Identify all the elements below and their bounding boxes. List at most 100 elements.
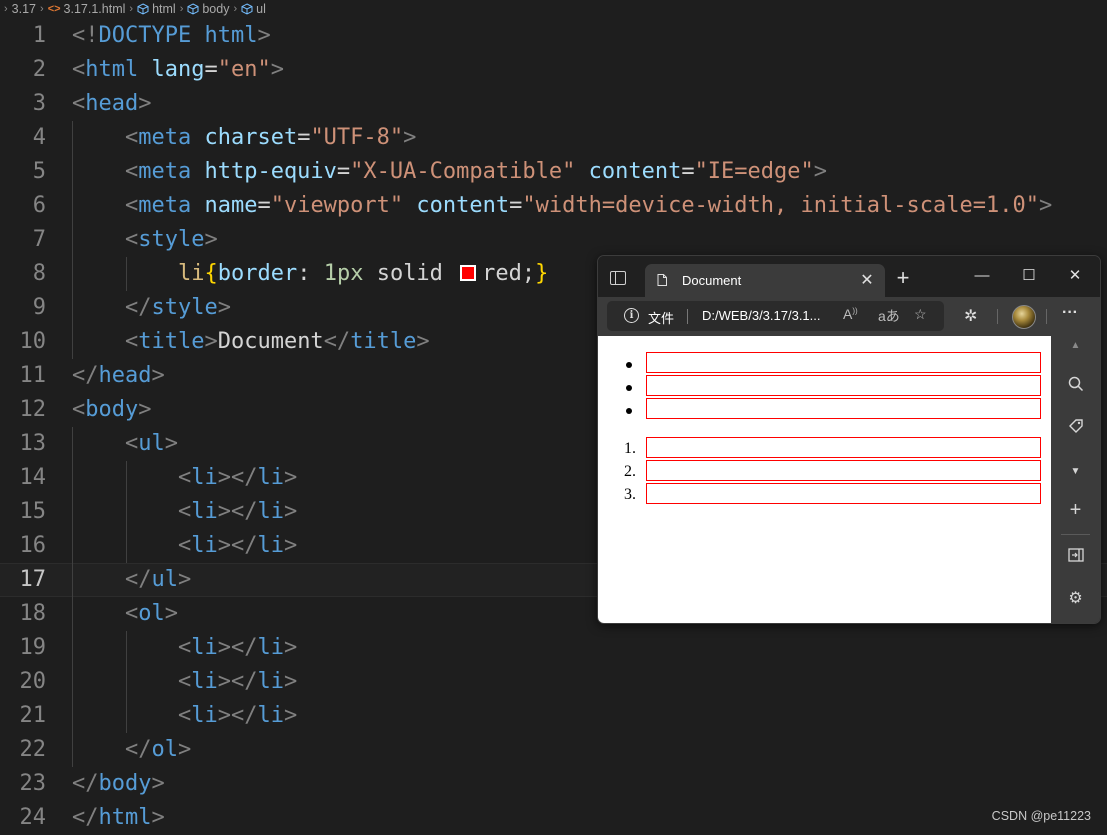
line-number: 11 bbox=[19, 363, 47, 388]
collapse-icon[interactable]: ▲ bbox=[1051, 340, 1100, 351]
page-viewport: 1. 2. 3. bbox=[598, 336, 1051, 623]
tab-title: Document bbox=[682, 273, 742, 288]
code-text[interactable]: </style> bbox=[72, 291, 231, 325]
code-text[interactable]: li{border: 1px solid red;} bbox=[72, 257, 548, 291]
breadcrumb-item-body[interactable]: body bbox=[202, 2, 229, 16]
element-cube-icon bbox=[187, 2, 199, 15]
address-bar[interactable]: i 文件 D:/WEB/3/3.17/3.1... A)) aあ ☆ bbox=[607, 301, 944, 331]
browser-window: Document ✕ + — ☐ ✕ i 文件 D:/WEB/3/3.17/3.… bbox=[597, 255, 1101, 624]
color-swatch[interactable] bbox=[460, 265, 477, 281]
favorites-icon[interactable]: ☆ bbox=[914, 306, 927, 323]
new-tab-button[interactable]: + bbox=[892, 265, 914, 291]
code-line[interactable]: 24 </html> bbox=[0, 801, 1107, 835]
code-text[interactable]: <li></li> bbox=[72, 699, 297, 733]
code-text[interactable]: </html> bbox=[72, 801, 165, 835]
list-item bbox=[646, 352, 1041, 373]
code-line[interactable]: 1 <!DOCTYPE html> bbox=[0, 19, 1107, 53]
line-number: 22 bbox=[19, 737, 47, 762]
tab-close-button[interactable]: ✕ bbox=[857, 270, 877, 290]
extensions-icon[interactable]: ✲ bbox=[964, 306, 977, 326]
code-line[interactable]: 20 <li></li> bbox=[0, 665, 1107, 699]
code-line[interactable]: 6 <meta name="viewport" content="width=d… bbox=[0, 189, 1107, 223]
line-number: 18 bbox=[19, 601, 47, 626]
list-item bbox=[646, 375, 1041, 396]
more-icon[interactable]: ··· bbox=[1062, 304, 1078, 322]
chevron-down-icon[interactable]: ▼ bbox=[1051, 466, 1100, 477]
indent-guide bbox=[72, 427, 73, 767]
bullet-marker bbox=[626, 385, 632, 391]
line-number: 6 bbox=[32, 193, 46, 218]
code-line[interactable]: 4 <meta charset="UTF-8"> bbox=[0, 121, 1107, 155]
breadcrumb-item-ul[interactable]: ul bbox=[256, 2, 266, 16]
code-text[interactable]: <style> bbox=[72, 223, 218, 257]
profile-avatar[interactable] bbox=[1012, 305, 1036, 329]
code-text[interactable]: </body> bbox=[72, 767, 165, 801]
settings-icon[interactable]: ⚙ bbox=[1051, 588, 1100, 608]
line-number: 17 bbox=[19, 567, 47, 592]
list-item bbox=[646, 437, 1041, 458]
breadcrumb-item-html[interactable]: html bbox=[152, 2, 176, 16]
line-number: 20 bbox=[19, 669, 47, 694]
code-text[interactable]: <li></li> bbox=[72, 665, 297, 699]
breadcrumb-item-file[interactable]: 3.17.1.html bbox=[64, 2, 126, 16]
code-text[interactable]: <html lang="en"> bbox=[72, 53, 284, 87]
code-text[interactable]: </ul> bbox=[72, 563, 191, 597]
translate-icon[interactable]: aあ bbox=[878, 306, 900, 326]
search-icon[interactable] bbox=[1051, 376, 1100, 397]
code-text[interactable]: <title>Document</title> bbox=[72, 325, 430, 359]
info-icon[interactable]: i bbox=[624, 308, 639, 323]
code-text[interactable]: <meta name="viewport" content="width=dev… bbox=[72, 189, 1052, 223]
line-number: 2 bbox=[32, 57, 46, 82]
code-line[interactable]: 7 <style> bbox=[0, 223, 1107, 257]
code-line[interactable]: 2 <html lang="en"> bbox=[0, 53, 1107, 87]
code-text[interactable]: <li></li> bbox=[72, 529, 297, 563]
line-number: 3 bbox=[32, 91, 46, 116]
code-text[interactable]: <body> bbox=[72, 393, 151, 427]
chevron-right-icon: › bbox=[40, 2, 44, 15]
code-text[interactable]: <!DOCTYPE html> bbox=[72, 19, 271, 53]
code-line[interactable]: 22 </ol> bbox=[0, 733, 1107, 767]
code-line[interactable]: 3 <head> bbox=[0, 87, 1107, 121]
code-text[interactable]: <ol> bbox=[72, 597, 178, 631]
url-text[interactable]: D:/WEB/3/3.17/3.1... bbox=[702, 308, 821, 323]
address-row: i 文件 D:/WEB/3/3.17/3.1... A)) aあ ☆ ✲ ··· bbox=[598, 297, 1100, 336]
code-line[interactable]: 5 <meta http-equiv="X-UA-Compatible" con… bbox=[0, 155, 1107, 189]
element-cube-icon bbox=[241, 2, 253, 15]
tab-document[interactable]: Document ✕ bbox=[645, 264, 885, 297]
code-text[interactable]: </head> bbox=[72, 359, 165, 393]
code-text[interactable]: <head> bbox=[72, 87, 151, 121]
document-icon bbox=[657, 274, 667, 286]
code-text[interactable]: </ol> bbox=[72, 733, 191, 767]
line-number: 24 bbox=[19, 805, 47, 830]
tag-icon[interactable] bbox=[1051, 418, 1100, 439]
bullet-marker bbox=[626, 408, 632, 414]
code-text[interactable]: <li></li> bbox=[72, 461, 297, 495]
code-line[interactable]: 21 <li></li> bbox=[0, 699, 1107, 733]
code-line[interactable]: 23 </body> bbox=[0, 767, 1107, 801]
code-text[interactable]: <meta charset="UTF-8"> bbox=[72, 121, 416, 155]
close-window-button[interactable]: ✕ bbox=[1057, 262, 1093, 290]
add-icon[interactable]: + bbox=[1051, 499, 1100, 522]
file-scheme-label[interactable]: 文件 bbox=[648, 308, 674, 327]
tab-actions-icon[interactable] bbox=[610, 271, 626, 285]
divider bbox=[997, 309, 998, 324]
breadcrumb-item-folder[interactable]: 3.17 bbox=[12, 2, 36, 16]
minimize-button[interactable]: — bbox=[964, 262, 1000, 290]
html-file-icon: <> bbox=[47, 2, 61, 15]
line-number: 10 bbox=[19, 329, 47, 354]
title-bar: Document ✕ + — ☐ ✕ bbox=[598, 256, 1100, 297]
read-aloud-icon[interactable]: A)) bbox=[843, 306, 858, 322]
split-screen-icon[interactable] bbox=[1051, 548, 1100, 567]
line-number: 1 bbox=[32, 23, 46, 48]
list-item bbox=[646, 483, 1041, 504]
line-number: 13 bbox=[19, 431, 47, 456]
code-text[interactable]: <meta http-equiv="X-UA-Compatible" conte… bbox=[72, 155, 827, 189]
indent-guide bbox=[126, 257, 127, 291]
line-number: 9 bbox=[32, 295, 46, 320]
code-text[interactable]: <li></li> bbox=[72, 631, 297, 665]
code-text[interactable]: <li></li> bbox=[72, 495, 297, 529]
maximize-button[interactable]: ☐ bbox=[1011, 262, 1047, 290]
code-line[interactable]: 19 <li></li> bbox=[0, 631, 1107, 665]
line-number: 14 bbox=[19, 465, 47, 490]
code-text[interactable]: <ul> bbox=[72, 427, 178, 461]
